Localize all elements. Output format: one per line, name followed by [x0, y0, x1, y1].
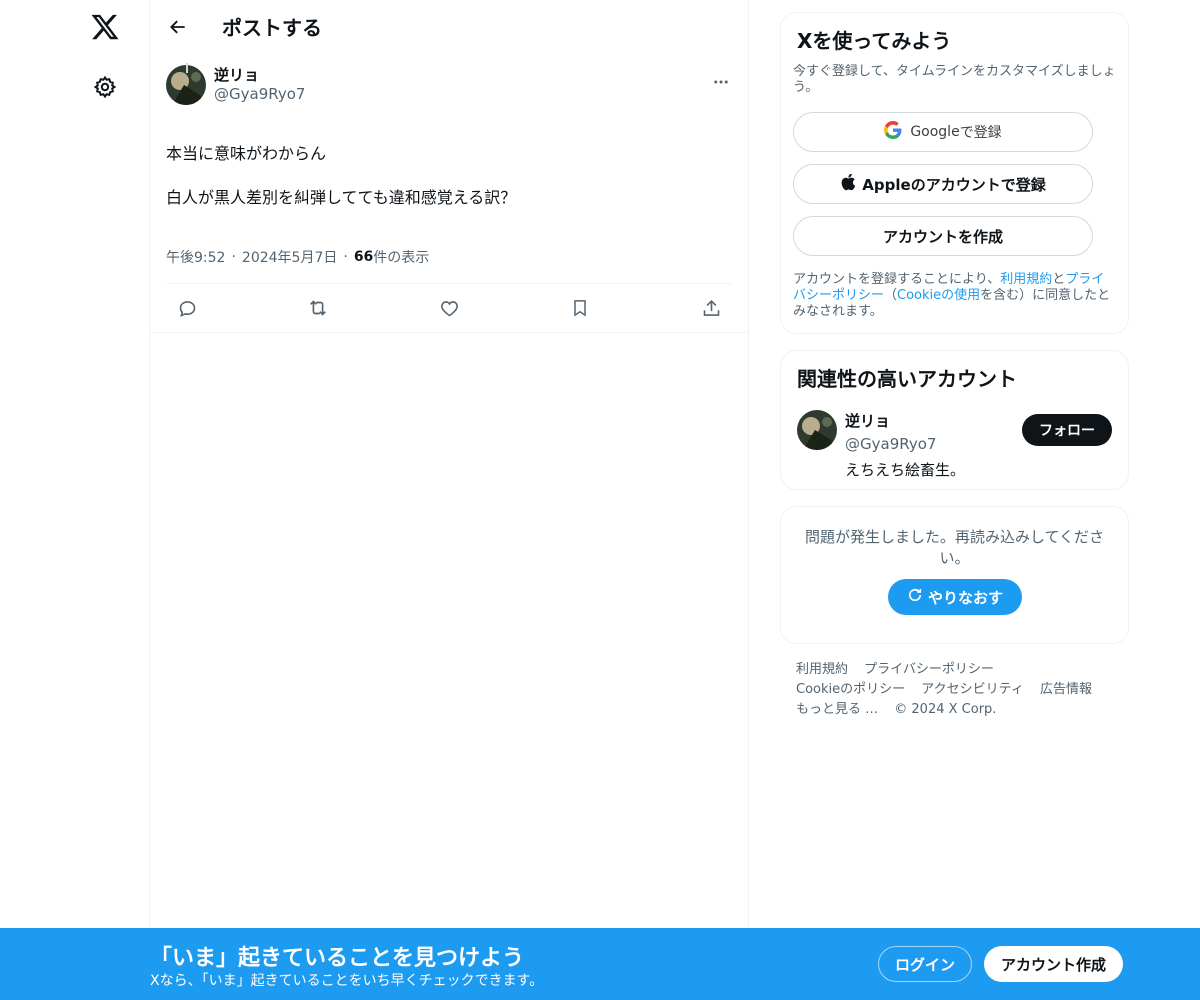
arrow-left-icon[interactable] — [166, 15, 190, 39]
view-count: 66 — [353, 249, 374, 265]
banner-title: 「いま」起きていることを見つけよう — [150, 946, 525, 971]
refresh-icon — [906, 586, 924, 608]
related-bio: えちえち絵畜生。 — [845, 461, 966, 479]
post-text-line: 白人が黒人差別を糾弾してても違和感覚える訳？ — [166, 188, 517, 207]
post-header: 逆リョ @Gya9Ryo7 — [166, 65, 732, 105]
signup-subtitle: 今すぐ登録して、タイムラインをカスタマイズしましょう。 — [793, 64, 1116, 95]
footer-link[interactable]: もっと見る … — [796, 702, 878, 717]
apple-signup-label: Appleのアカウントで登録 — [862, 175, 1046, 194]
legal-text: （ — [884, 288, 898, 303]
related-handle[interactable]: @Gya9Ryo7 — [845, 435, 965, 453]
author-handle[interactable]: @Gya9Ryo7 — [214, 85, 305, 105]
bookmark-icon[interactable] — [563, 291, 597, 325]
google-icon — [884, 121, 902, 143]
like-icon[interactable] — [432, 291, 466, 325]
divider — [150, 332, 748, 333]
header-bar: ポストする — [150, 0, 748, 53]
banner-create-account-button[interactable]: アカウント作成 — [984, 946, 1123, 982]
error-message: 問題が発生しました。再読み込みしてください。 — [804, 528, 1105, 567]
footer-link[interactable]: アクセシビリティ — [921, 682, 1024, 697]
separator: · — [231, 249, 236, 265]
page-title: ポストする — [222, 16, 322, 40]
view-label: 件の表示 — [373, 250, 430, 266]
related-title: 関連性の高いアカウント — [797, 367, 1017, 391]
related-name[interactable]: 逆リョ — [845, 410, 965, 431]
avatar[interactable] — [797, 410, 837, 450]
footer-link[interactable]: プライバシーポリシー — [864, 662, 994, 677]
reply-icon[interactable] — [170, 291, 204, 325]
google-rest-label: で登録 — [959, 125, 1002, 141]
footer-link[interactable]: Cookieのポリシー — [796, 682, 905, 697]
google-brand-label: Google — [910, 124, 960, 140]
post-date[interactable]: 2024年5月7日 — [242, 247, 337, 267]
create-account-label: アカウントを作成 — [882, 227, 1003, 246]
error-card: 問題が発生しました。再読み込みしてください。 やりなおす — [780, 506, 1129, 644]
main-column: ポストする 逆リョ @Gya9Ryo7 本当に意味がわからん 白人が黒人差別を糾… — [149, 0, 749, 1000]
repost-icon[interactable] — [301, 291, 335, 325]
terms-link[interactable]: 利用規約 — [1000, 272, 1052, 287]
post-text-line: 本当に意味がわからん — [166, 144, 327, 163]
apple-signup-button[interactable]: Appleのアカウントで登録 — [793, 164, 1093, 204]
retry-button[interactable]: やりなおす — [887, 579, 1022, 615]
follow-button[interactable]: フォロー — [1022, 414, 1112, 446]
login-button[interactable]: ログイン — [878, 946, 972, 982]
banner-subtitle: Xなら、「いま」起きていることをいち早くチェックできます。 — [150, 973, 544, 989]
share-icon[interactable] — [694, 291, 728, 325]
apple-icon — [840, 173, 856, 195]
post-text: 本当に意味がわからん 白人が黒人差別を糾弾してても違和感覚える訳？ — [166, 121, 732, 231]
right-sidebar: Xを使ってみよう 今すぐ登録して、タイムラインをカスタマイズしましょう。 Goo… — [780, 12, 1129, 720]
action-bar — [166, 284, 732, 332]
post: 逆リョ @Gya9Ryo7 本当に意味がわからん 白人が黒人差別を糾弾してても違… — [150, 63, 748, 332]
related-accounts-card: 関連性の高いアカウント 逆リョ @Gya9Ryo7 えちえち絵畜生。 フォロー — [780, 350, 1129, 490]
legal-notice: アカウントを登録することにより、利用規約とプライバシーポリシー（Cookieの使… — [793, 272, 1116, 320]
x-logo-icon[interactable] — [90, 12, 120, 42]
post-time[interactable]: 午後9:52 — [166, 247, 225, 267]
post-meta: 午後9:52 · 2024年5月7日 · 66 件の表示 — [166, 247, 732, 267]
left-nav — [0, 0, 150, 1000]
author-name[interactable]: 逆リョ — [214, 66, 305, 86]
cookie-link[interactable]: Cookieの使用 — [897, 288, 980, 303]
legal-text: アカウントを登録することにより、 — [793, 272, 1001, 287]
signup-title: Xを使ってみよう — [797, 29, 952, 53]
footer: 利用規約 プライバシーポリシー Cookieのポリシー アクセシビリティ 広告情… — [780, 660, 1129, 720]
signup-card: Xを使ってみよう 今すぐ登録して、タイムラインをカスタマイズしましょう。 Goo… — [780, 12, 1129, 334]
retry-label: やりなおす — [927, 588, 1003, 607]
thread-line — [186, 63, 188, 73]
separator: · — [343, 249, 348, 265]
google-signup-button[interactable]: Google で登録 — [793, 112, 1093, 152]
gear-icon[interactable] — [93, 75, 117, 99]
footer-link[interactable]: 利用規約 — [796, 662, 848, 677]
create-account-button[interactable]: アカウントを作成 — [793, 216, 1093, 256]
footer-link[interactable]: 広告情報 — [1040, 682, 1092, 697]
copyright: © 2024 X Corp. — [894, 702, 997, 717]
related-account[interactable]: 逆リョ @Gya9Ryo7 えちえち絵畜生。 フォロー — [797, 410, 1112, 480]
legal-text: と — [1052, 272, 1066, 287]
more-options-icon[interactable] — [712, 73, 730, 95]
bottom-banner: 「いま」起きていることを見つけよう Xなら、「いま」起きていることをいち早くチェ… — [0, 928, 1200, 1000]
